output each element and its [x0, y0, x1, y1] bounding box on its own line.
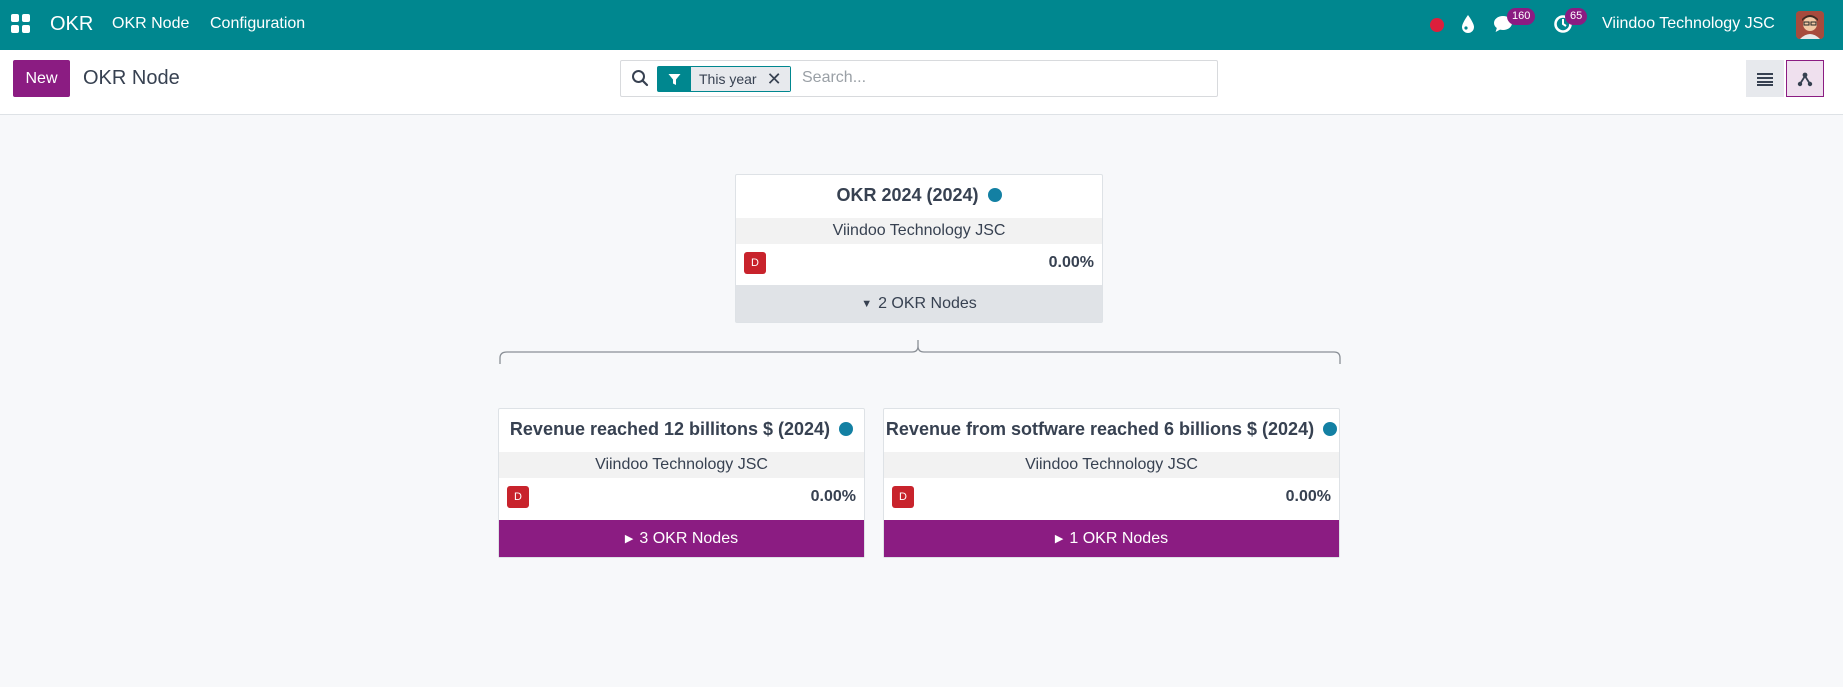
priority-badge: D	[892, 486, 914, 508]
status-dot-icon	[987, 188, 1002, 202]
caret-down-icon: ▼	[861, 298, 873, 310]
caret-right-icon: ▶	[1054, 533, 1064, 545]
node-progress: 0.00%	[1048, 254, 1094, 271]
node-title: Revenue reached 12 billitons $ (2024)	[499, 419, 864, 440]
expand-children-button[interactable]: ▶ 1 OKR Nodes	[884, 520, 1339, 557]
status-dot-icon	[839, 422, 854, 436]
caret-right-icon: ▶	[624, 533, 634, 545]
node-company: Viindoo Technology JSC	[736, 218, 1102, 244]
node-title: OKR 2024 (2024)	[736, 185, 1102, 206]
expand-children-button[interactable]: ▶ 3 OKR Nodes	[499, 520, 864, 557]
priority-badge: D	[507, 486, 529, 508]
expand-children-button[interactable]: ▼ 2 OKR Nodes	[736, 285, 1102, 322]
node-title: Revenue from sotfware reached 6 billions…	[884, 419, 1339, 440]
status-dot-icon	[1323, 422, 1338, 436]
okr-node-card[interactable]: Revenue from sotfware reached 6 billions…	[883, 408, 1340, 558]
node-company: Viindoo Technology JSC	[499, 452, 864, 478]
node-progress: 0.00%	[810, 488, 856, 505]
okr-node-card[interactable]: Revenue reached 12 billitons $ (2024) Vi…	[498, 408, 865, 558]
okr-node-card-root[interactable]: OKR 2024 (2024) Viindoo Technology JSC D…	[735, 174, 1103, 323]
node-progress: 0.00%	[1285, 488, 1331, 505]
org-connector-lines	[499, 340, 1341, 364]
node-company: Viindoo Technology JSC	[884, 452, 1339, 478]
priority-badge: D	[744, 252, 766, 274]
